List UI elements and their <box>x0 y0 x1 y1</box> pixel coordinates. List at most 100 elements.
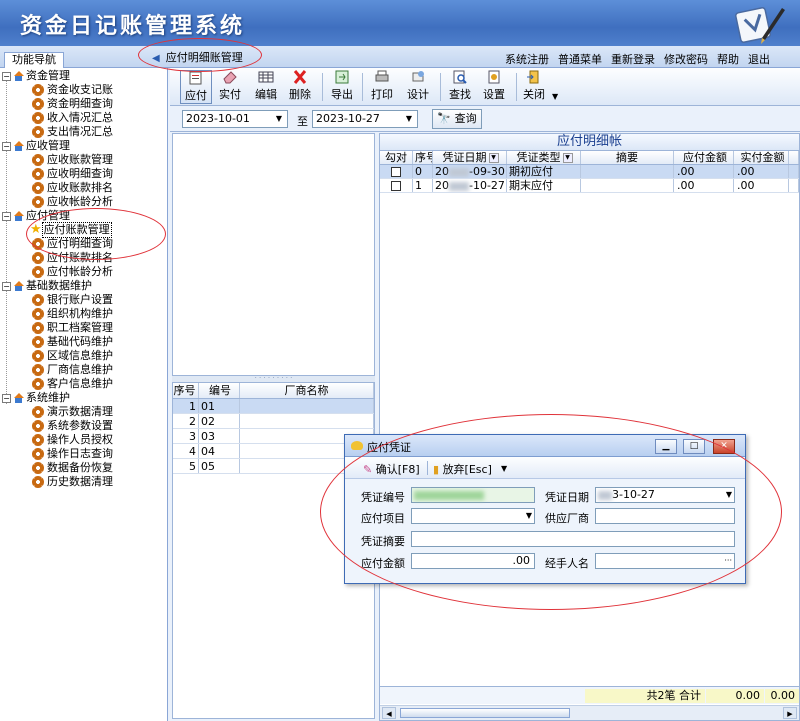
export-button[interactable]: 导出 <box>326 70 358 104</box>
dialog-title-bar[interactable]: 应付凭证 ▁ □ ✕ <box>345 435 745 457</box>
sidebar-item-receivable-rank[interactable]: 应收账款排名 <box>32 181 113 195</box>
scroll-left-icon[interactable]: ◀ <box>382 707 396 719</box>
sidebar-item-staff[interactable]: 职工档案管理 <box>32 321 113 335</box>
tree-category-system[interactable]: − 系统维护 <box>2 391 70 405</box>
table-row[interactable]: 2 02 <box>173 414 374 429</box>
sidebar-item-base-code[interactable]: 基础代码维护 <box>32 335 113 349</box>
actual-pay-button[interactable]: 实付 <box>214 70 246 104</box>
table-row[interactable]: 0 20 -09-30 期初应付 .00 .00 <box>380 165 799 179</box>
collapse-icon[interactable]: − <box>2 71 11 81</box>
grid-icon <box>258 71 274 83</box>
tree-category-fund[interactable]: − 资金管理 <box>2 69 70 83</box>
sidebar-item-customer[interactable]: 客户信息维护 <box>32 377 113 391</box>
chevron-down-icon[interactable]: ▼ <box>526 509 532 523</box>
sidebar-item-receivable-manage[interactable]: 应收账款管理 <box>32 153 113 167</box>
chevron-down-icon[interactable]: ▼ <box>272 112 286 126</box>
from-date-picker[interactable]: 2023-10-01 ▼ <box>182 110 288 128</box>
link-change-password[interactable]: 修改密码 <box>664 51 708 67</box>
maximize-button[interactable]: □ <box>683 439 705 454</box>
sidebar-item-receivable-aging[interactable]: 应收帐龄分析 <box>32 195 113 209</box>
scroll-right-icon[interactable]: ▶ <box>783 707 797 719</box>
close-dialog-button[interactable]: ✕ <box>713 439 735 454</box>
chevron-down-icon[interactable]: ▼ <box>488 153 499 163</box>
toolbar: 应付 实付 编辑 删除 导出 打印 设计 查找 设置 关闭 ▼ <box>170 68 800 106</box>
link-system-register[interactable]: 系统注册 <box>505 51 549 67</box>
reconcile-checkbox[interactable] <box>391 167 401 177</box>
scrollbar-thumb[interactable] <box>400 708 570 718</box>
tree-category-base-data[interactable]: − 基础数据维护 <box>2 279 92 293</box>
gear-icon <box>32 238 44 250</box>
payable-button[interactable]: 应付 <box>180 70 212 104</box>
tab-payable-detail[interactable]: ◀ 应付明细账管理 <box>152 49 243 65</box>
redacted-mark <box>414 490 484 500</box>
vendor-field[interactable] <box>595 508 735 524</box>
sidebar-item-expense-summary[interactable]: 支出情况汇总 <box>32 125 113 139</box>
sidebar-item-backup[interactable]: 数据备份恢复 <box>32 461 113 475</box>
sidebar-item-vendor[interactable]: 厂商信息维护 <box>32 363 113 377</box>
sidebar-item-fund-detail[interactable]: 资金明细查询 <box>32 97 113 111</box>
discard-button[interactable]: ▮ 放弃[Esc] <box>433 461 492 477</box>
sidebar-item-demo-clean[interactable]: 演示数据清理 <box>32 405 113 419</box>
sidebar-item-income-summary[interactable]: 收入情况汇总 <box>32 111 113 125</box>
sidebar-item-log[interactable]: 操作日志查询 <box>32 447 113 461</box>
collapse-icon[interactable]: − <box>2 393 11 403</box>
find-button[interactable]: 查找 <box>444 70 476 104</box>
gear-icon <box>32 252 44 264</box>
sidebar-item-payable-rank[interactable]: 应付账款排名 <box>32 251 113 265</box>
tree-category-receivable[interactable]: − 应收管理 <box>2 139 70 153</box>
sidebar-item-params[interactable]: 系统参数设置 <box>32 419 113 433</box>
to-date-picker[interactable]: 2023-10-27 ▼ <box>312 110 418 128</box>
sidebar-item-org[interactable]: 组织机构维护 <box>32 307 113 321</box>
amount-field[interactable]: .00 <box>411 553 535 569</box>
toolbar-separator <box>322 73 323 101</box>
collapse-icon[interactable]: − <box>2 141 11 151</box>
dialog-form: 凭证编号 凭证日期 3-10-27 ▼ 应付项目 ▼ 供应厂商 凭证摘要 应付金额… <box>345 479 745 583</box>
header-voucher-date[interactable]: 凭证日期 ▼ <box>433 151 507 164</box>
collapse-icon[interactable]: − <box>2 211 11 221</box>
reconcile-checkbox[interactable] <box>391 181 401 191</box>
sidebar-item-payable-manage[interactable]: ★ 应付账款管理 <box>30 222 112 238</box>
tree-category-payable[interactable]: − 应付管理 <box>2 209 70 223</box>
sidebar-tree: − 资金管理 资金收支记账 资金明细查询 收入情况汇总 支出情况汇总 − 应收管理 … <box>0 68 168 721</box>
table-row[interactable]: 1 01 <box>173 399 374 414</box>
settings-button[interactable]: 设置 <box>478 70 510 104</box>
delete-button[interactable]: 删除 <box>284 70 316 104</box>
chevron-down-icon[interactable]: ▼ <box>402 112 416 126</box>
sidebar-item-region[interactable]: 区域信息维护 <box>32 349 113 363</box>
sidebar-item-payable-detail[interactable]: 应付明细查询 <box>32 237 113 251</box>
handler-field[interactable]: ··· <box>595 553 735 569</box>
header-voucher-type[interactable]: 凭证类型 ▼ <box>507 151 581 164</box>
payable-item-select[interactable]: ▼ <box>411 508 535 524</box>
sidebar-item-receivable-detail[interactable]: 应收明细查询 <box>32 167 113 181</box>
sidebar-item-fund-record[interactable]: 资金收支记账 <box>32 83 113 97</box>
confirm-button[interactable]: ✎ 确认[F8] <box>363 461 420 477</box>
voucher-date-picker[interactable]: 3-10-27 ▼ <box>595 487 735 503</box>
link-exit[interactable]: 退出 <box>748 51 770 67</box>
table-row[interactable]: 1 20 -10-27 期末应付 .00 .00 <box>380 179 799 193</box>
voucher-no-field[interactable] <box>411 487 535 503</box>
more-options-icon[interactable]: ··· <box>724 554 732 568</box>
minimize-button[interactable]: ▁ <box>655 439 677 454</box>
close-button[interactable]: 关闭 <box>518 70 550 104</box>
query-button[interactable]: 🔭 查询 <box>432 109 482 129</box>
sidebar-item-history-clean[interactable]: 历史数据清理 <box>32 475 113 489</box>
link-help[interactable]: 帮助 <box>717 51 739 67</box>
toolbar-overflow-icon[interactable]: ▼ <box>552 92 558 101</box>
sidebar-item-bank-account[interactable]: 银行账户设置 <box>32 293 113 307</box>
design-button[interactable]: 设计 <box>402 70 434 104</box>
sidebar-item-auth[interactable]: 操作人员授权 <box>32 433 113 447</box>
horizontal-scrollbar[interactable]: ◀ ▶ <box>380 705 799 720</box>
chevron-down-icon[interactable]: ▼ <box>726 488 732 502</box>
link-normal-menu[interactable]: 普通菜单 <box>558 51 602 67</box>
tab-function-nav[interactable]: 功能导航 <box>4 52 64 68</box>
memo-field[interactable] <box>411 531 735 547</box>
gear-icon <box>32 406 44 418</box>
edit-button[interactable]: 编辑 <box>250 70 282 104</box>
toolbar-separator <box>440 73 441 101</box>
print-button[interactable]: 打印 <box>366 70 398 104</box>
link-relogin[interactable]: 重新登录 <box>611 51 655 67</box>
collapse-icon[interactable]: − <box>2 281 11 291</box>
sidebar-item-payable-aging[interactable]: 应付帐龄分析 <box>32 265 113 279</box>
dialog-toolbar-overflow-icon[interactable]: ▼ <box>501 464 507 473</box>
chevron-down-icon[interactable]: ▼ <box>562 153 573 163</box>
